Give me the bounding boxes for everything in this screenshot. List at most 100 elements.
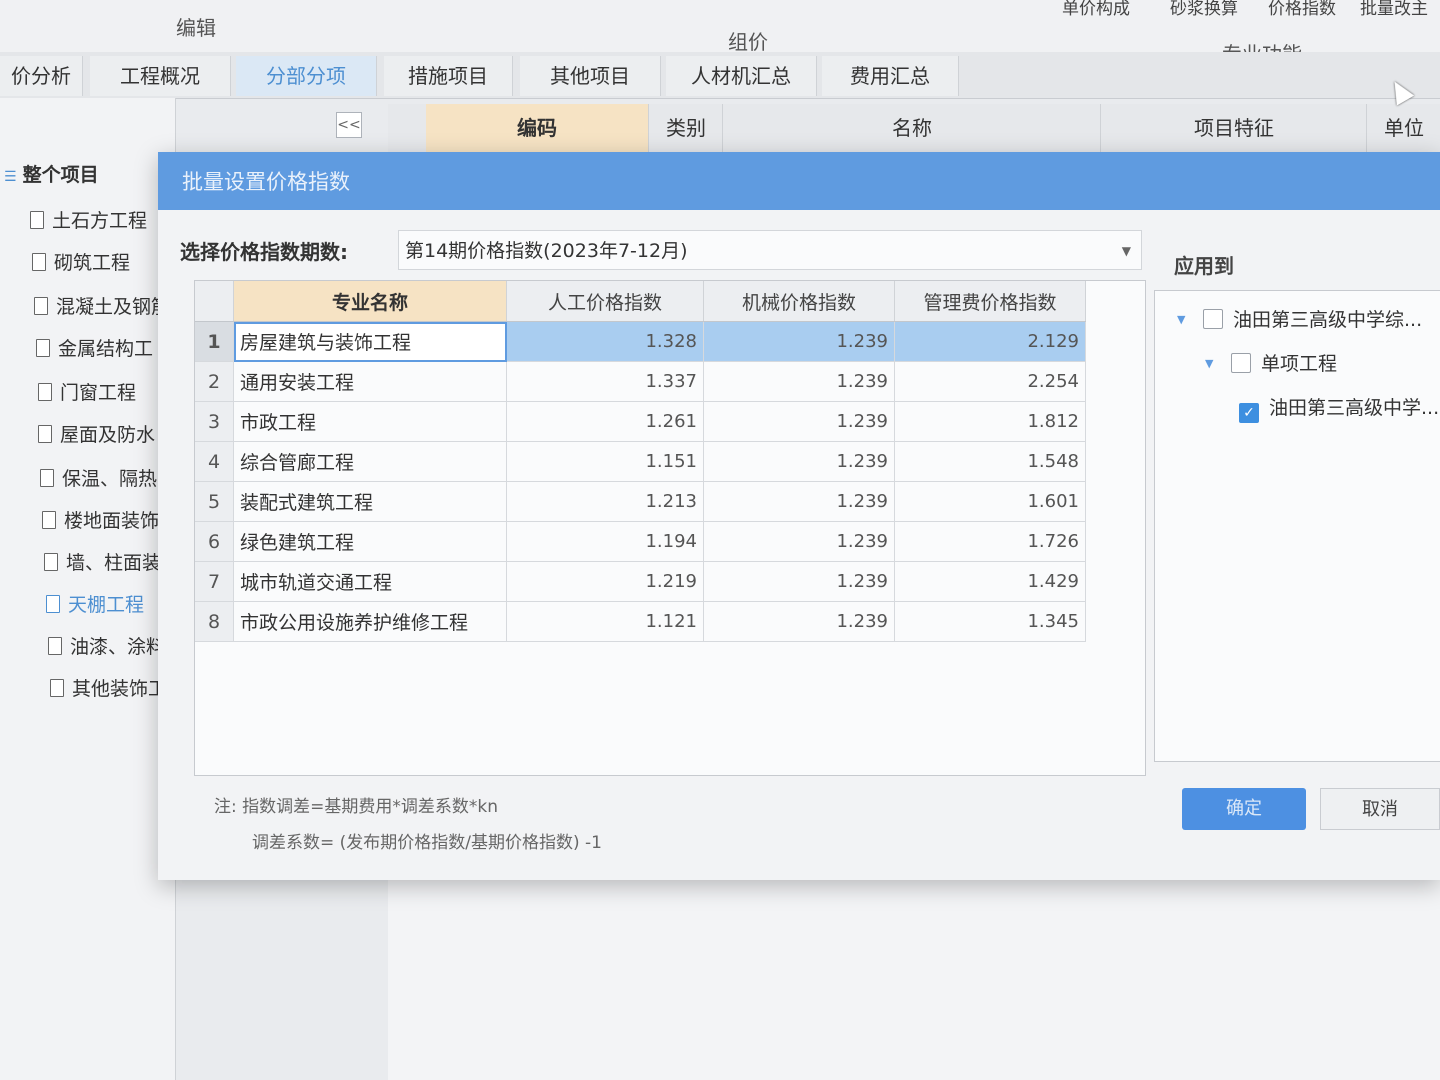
- labor-index-cell[interactable]: 1.219: [506, 561, 704, 602]
- machine-index-cell[interactable]: 1.239: [703, 601, 895, 642]
- labor-index-cell[interactable]: 1.121: [506, 601, 704, 642]
- document-icon: [38, 383, 52, 401]
- row-index: 7: [195, 561, 234, 602]
- tree-item-label: 楼地面装饰: [64, 510, 160, 532]
- specialty-cell[interactable]: 绿色建筑工程: [233, 521, 507, 562]
- column-header-name[interactable]: 名称: [724, 104, 1101, 152]
- dialog-title-bar[interactable]: 批量设置价格指数: [158, 152, 1440, 210]
- table-row[interactable]: 7 城市轨道交通工程 1.219 1.239 1.429: [195, 561, 1086, 602]
- tree-item-label: 油漆、涂料: [70, 636, 166, 658]
- tab-project-overview[interactable]: 工程概况: [90, 56, 231, 96]
- table-row[interactable]: 2 通用安装工程 1.337 1.239 2.254: [195, 361, 1086, 402]
- tree-item-label: 天棚工程: [68, 594, 145, 616]
- tab-cost-summary[interactable]: 费用汇总: [822, 56, 959, 96]
- machine-index-cell[interactable]: 1.239: [703, 321, 895, 362]
- specialty-cell[interactable]: 综合管廊工程: [233, 441, 507, 482]
- tree-root-icon: ☰: [4, 169, 17, 185]
- project-tabs: 价分析 工程概况 分部分项 措施项目 其他项目 人材机汇总 费用汇总: [0, 52, 1440, 99]
- machine-index-cell[interactable]: 1.239: [703, 361, 895, 402]
- tree-item-label: 门窗工程: [60, 382, 137, 404]
- checkbox-unchecked-icon[interactable]: [1231, 353, 1251, 373]
- column-header-category[interactable]: 类别: [650, 104, 723, 152]
- tree-item[interactable]: 金属结构工: [36, 334, 176, 361]
- row-index: 3: [195, 401, 234, 442]
- tree-item-label: 金属结构工: [58, 338, 154, 360]
- document-icon: [40, 469, 54, 487]
- tab-price-analysis[interactable]: 价分析: [0, 56, 83, 96]
- table-row[interactable]: 3 市政工程 1.261 1.239 1.812: [195, 401, 1086, 442]
- machine-index-cell[interactable]: 1.239: [703, 401, 895, 442]
- mgmt-index-cell[interactable]: 1.601: [894, 481, 1086, 522]
- table-row[interactable]: 5 装配式建筑工程 1.213 1.239 1.601: [195, 481, 1086, 522]
- project-tree: [0, 98, 176, 1080]
- ribbon-tool-unit-price[interactable]: 单价构成: [1062, 0, 1130, 19]
- specialty-cell[interactable]: 通用安装工程: [233, 361, 507, 402]
- specialty-cell[interactable]: 装配式建筑工程: [233, 481, 507, 522]
- tree-item[interactable]: 混凝土及钢筋: [34, 292, 174, 319]
- tab-subitems[interactable]: 分部分项: [236, 56, 377, 96]
- row-index: 6: [195, 521, 234, 562]
- tree-root[interactable]: ☰ 整个项目: [4, 160, 99, 187]
- labor-index-cell[interactable]: 1.213: [506, 481, 704, 522]
- row-index: 2: [195, 361, 234, 402]
- apply-node-single-project[interactable]: 单项工程: [1231, 349, 1337, 376]
- specialty-cell[interactable]: 市政工程: [233, 401, 507, 442]
- labor-index-cell[interactable]: 1.261: [506, 401, 704, 442]
- column-header-feature[interactable]: 项目特征: [1102, 104, 1367, 152]
- mgmt-index-cell[interactable]: 2.129: [894, 321, 1086, 362]
- confirm-button[interactable]: 确定: [1182, 788, 1306, 830]
- mgmt-index-cell[interactable]: 1.726: [894, 521, 1086, 562]
- tab-other-items[interactable]: 其他项目: [520, 56, 661, 96]
- table-row[interactable]: 1 房屋建筑与装饰工程 1.328 1.239 2.129: [195, 321, 1086, 362]
- document-icon: [50, 679, 64, 697]
- table-row[interactable]: 6 绿色建筑工程 1.194 1.239 1.726: [195, 521, 1086, 562]
- labor-index-cell[interactable]: 1.328: [506, 321, 704, 362]
- collapse-panel-button[interactable]: <<: [336, 112, 362, 138]
- labor-index-cell[interactable]: 1.194: [506, 521, 704, 562]
- table-row[interactable]: 8 市政公用设施养护维修工程 1.121 1.239 1.345: [195, 601, 1086, 642]
- mgmt-index-cell[interactable]: 1.429: [894, 561, 1086, 602]
- specialty-cell[interactable]: 房屋建筑与装饰工程: [233, 321, 507, 362]
- tree-item[interactable]: 砌筑工程: [32, 248, 172, 275]
- table-row[interactable]: 4 综合管廊工程 1.151 1.239 1.548: [195, 441, 1086, 482]
- tree-item[interactable]: 土石方工程: [30, 206, 170, 233]
- machine-index-cell[interactable]: 1.239: [703, 521, 895, 562]
- mgmt-index-cell[interactable]: 1.548: [894, 441, 1086, 482]
- checkbox-checked-icon[interactable]: ✓: [1239, 403, 1259, 423]
- expand-icon[interactable]: ▼: [1205, 357, 1213, 370]
- apply-node-unit-project[interactable]: ✓ 油田第三高级中学...: [1239, 393, 1439, 423]
- ribbon-toolbar: 编辑 组价 专业功能 单价构成 砂浆换算 价格指数 批量改主: [0, 0, 1440, 66]
- ribbon-tool-batch-edit[interactable]: 批量改主: [1360, 0, 1428, 19]
- tree-item-label: 保温、隔热: [62, 468, 158, 490]
- row-index: 5: [195, 481, 234, 522]
- machine-index-cell[interactable]: 1.239: [703, 441, 895, 482]
- ribbon-tool-mortar[interactable]: 砂浆换算: [1170, 0, 1238, 19]
- checkbox-unchecked-icon[interactable]: [1203, 309, 1223, 329]
- column-header-code[interactable]: 编码: [426, 104, 649, 152]
- mgmt-index-cell[interactable]: 1.345: [894, 601, 1086, 642]
- tab-labor-material-summary[interactable]: 人材机汇总: [666, 56, 817, 96]
- labor-index-cell[interactable]: 1.151: [506, 441, 704, 482]
- tree-item[interactable]: 屋面及防水: [38, 420, 178, 447]
- cancel-button[interactable]: 取消: [1320, 788, 1440, 830]
- specialty-cell[interactable]: 市政公用设施养护维修工程: [233, 601, 507, 642]
- dialog-title: 批量设置价格指数: [182, 170, 350, 194]
- tab-measures[interactable]: 措施项目: [384, 56, 513, 96]
- ribbon-tool-price-index[interactable]: 价格指数: [1268, 0, 1336, 19]
- tree-item[interactable]: 门窗工程: [38, 378, 178, 405]
- chevron-down-icon[interactable]: ▼: [1122, 231, 1131, 271]
- specialty-cell[interactable]: 城市轨道交通工程: [233, 561, 507, 602]
- expand-icon[interactable]: ▼: [1177, 313, 1185, 326]
- column-header-machine[interactable]: 机械价格指数: [703, 281, 895, 322]
- period-select[interactable]: 第14期价格指数(2023年7-12月) ▼: [398, 230, 1142, 270]
- column-header-specialty[interactable]: 专业名称: [233, 281, 507, 322]
- machine-index-cell[interactable]: 1.239: [703, 561, 895, 602]
- mgmt-index-cell[interactable]: 2.254: [894, 361, 1086, 402]
- machine-index-cell[interactable]: 1.239: [703, 481, 895, 522]
- mgmt-index-cell[interactable]: 1.812: [894, 401, 1086, 442]
- apply-node-project[interactable]: 油田第三高级中学综...: [1203, 305, 1422, 332]
- column-header-mgmt[interactable]: 管理费价格指数: [894, 281, 1086, 322]
- column-header-labor[interactable]: 人工价格指数: [506, 281, 704, 322]
- labor-index-cell[interactable]: 1.337: [506, 361, 704, 402]
- column-header-unit[interactable]: 单位: [1368, 104, 1440, 152]
